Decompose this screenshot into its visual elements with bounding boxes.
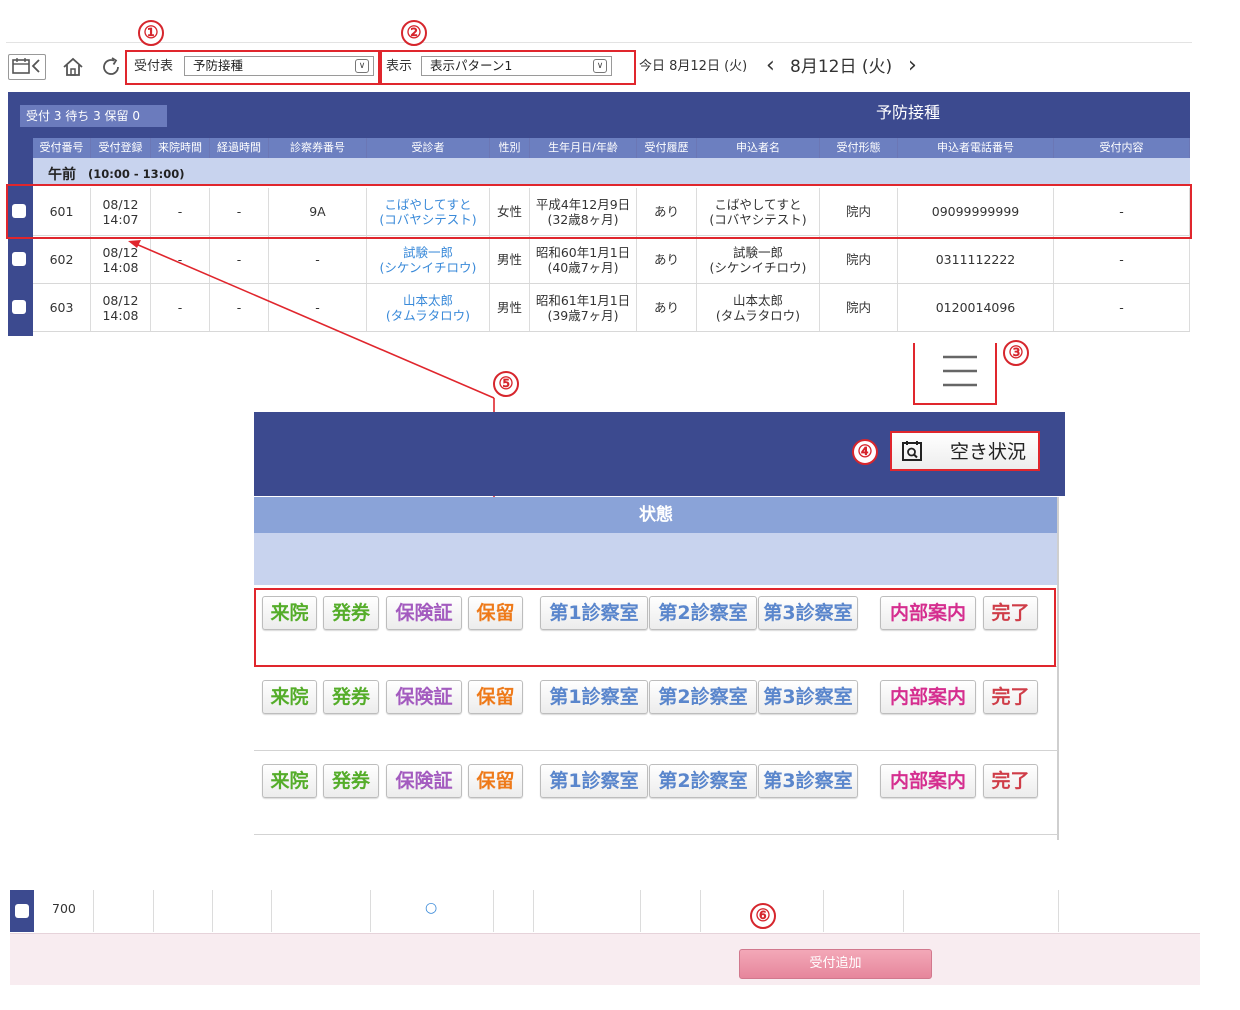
grid-line: [271, 890, 272, 932]
status-button[interactable]: 保留: [468, 680, 523, 714]
status-row-divider: [254, 666, 1058, 667]
status-button[interactable]: 第1診察室: [540, 680, 648, 714]
status-button[interactable]: 内部案内: [880, 764, 976, 798]
status-button[interactable]: 保留: [468, 764, 523, 798]
status-header-label: 状態: [639, 505, 673, 525]
status-button[interactable]: 内部案内: [880, 596, 976, 630]
status-button[interactable]: 保険証: [386, 764, 462, 798]
status-button[interactable]: 保険証: [386, 680, 462, 714]
grid-line: [93, 890, 94, 932]
status-button[interactable]: 完了: [983, 596, 1038, 630]
row-checkbox[interactable]: [15, 904, 29, 918]
availability-label: 空き状況: [950, 441, 1027, 463]
status-button[interactable]: 完了: [983, 680, 1038, 714]
grid-line: [1058, 890, 1059, 932]
status-button[interactable]: 内部案内: [880, 680, 976, 714]
status-button[interactable]: 第3診察室: [758, 680, 858, 714]
status-button[interactable]: 来院: [262, 764, 317, 798]
status-button[interactable]: 発券: [323, 764, 379, 798]
status-button[interactable]: 第2診察室: [649, 764, 757, 798]
status-button[interactable]: 来院: [262, 680, 317, 714]
add-reception-label: 受付追加: [809, 956, 862, 971]
status-button[interactable]: 発券: [323, 680, 379, 714]
grid-line: [700, 890, 701, 932]
calendar-search-icon: [900, 439, 924, 467]
grid-line: [153, 890, 154, 932]
add-reception-button[interactable]: 受付追加: [739, 949, 932, 979]
status-button[interactable]: 第3診察室: [758, 596, 858, 630]
status-button[interactable]: 第2診察室: [649, 680, 757, 714]
status-button[interactable]: 第2診察室: [649, 596, 757, 630]
status-row-divider: [254, 750, 1058, 751]
status-button[interactable]: 第1診察室: [540, 764, 648, 798]
status-column-header: 状態: [254, 497, 1058, 533]
footer-bar: [10, 933, 1200, 985]
marker-4: ④: [852, 439, 878, 465]
calendar-search-icon-svg: [902, 441, 922, 461]
panel-right-border: [1057, 497, 1059, 840]
availability-button[interactable]: 空き状況: [890, 431, 1040, 471]
status-row-divider: [254, 834, 1058, 835]
grid-line: [370, 890, 371, 932]
marker-6: ⑥: [750, 903, 776, 929]
status-button[interactable]: 保険証: [386, 596, 462, 630]
status-section-row: [254, 533, 1058, 585]
bottom-row-mark: ○: [425, 900, 438, 916]
grid-line: [903, 890, 904, 932]
status-button[interactable]: 保留: [468, 596, 523, 630]
bottom-row-number: 700: [52, 901, 76, 916]
grid-line: [640, 890, 641, 932]
status-button[interactable]: 来院: [262, 596, 317, 630]
grid-line: [533, 890, 534, 932]
status-button[interactable]: 完了: [983, 764, 1038, 798]
grid-line: [493, 890, 494, 932]
grid-line: [823, 890, 824, 932]
status-button[interactable]: 第1診察室: [540, 596, 648, 630]
grid-line: [212, 890, 213, 932]
status-button[interactable]: 第3診察室: [758, 764, 858, 798]
status-button[interactable]: 発券: [323, 596, 379, 630]
